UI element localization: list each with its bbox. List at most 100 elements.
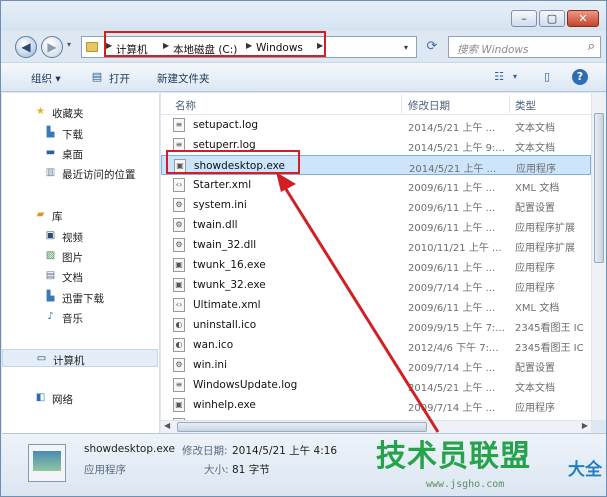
scrollbar-thumb[interactable] [594, 113, 604, 263]
search-placeholder: 搜索 Windows [457, 44, 529, 56]
nav-recent[interactable]: ▥ 最近访问的位置 [2, 164, 158, 182]
file-type: 配置设置 [515, 203, 555, 214]
file-row[interactable]: ▣ twunk_16.exe 2009/6/11 上午 ... 应用程序 [161, 255, 591, 275]
file-row[interactable]: ▣ winhelp.exe 2009/7/14 上午 ... 应用程序 [161, 395, 591, 415]
file-type: 应用程序 [516, 164, 556, 175]
nav-label: 迅雷下载 [62, 293, 104, 305]
nav-label: 库 [52, 211, 63, 223]
file-row[interactable]: ⚙ win.ini 2009/7/14 上午 ... 配置设置 [161, 355, 591, 375]
download-icon: ▙ [46, 291, 55, 302]
maximize-button[interactable]: ▢ [539, 10, 565, 27]
column-header-type[interactable]: 类型 [515, 98, 536, 113]
file-type: 文本文档 [515, 123, 555, 134]
help-icon[interactable]: ? [572, 69, 588, 85]
file-row[interactable]: ≡ WindowsUpdate.log 2014/5/21 上午 ... 文本文档 [161, 375, 591, 395]
details-filename: showdesktop.exe [84, 443, 175, 455]
nav-music[interactable]: ♪ 音乐 [2, 308, 158, 326]
column-header-modified[interactable]: 修改日期 [408, 98, 450, 113]
close-button[interactable]: ✕ [567, 10, 599, 27]
file-date: 2009/6/11 上午 ... [408, 263, 496, 274]
file-type: 应用程序 [515, 283, 555, 294]
column-divider[interactable] [509, 95, 510, 113]
column-header-name[interactable]: 名称 [175, 98, 196, 113]
picture-icon: ▨ [45, 250, 56, 261]
minimize-button[interactable]: – [511, 10, 537, 27]
file-row[interactable]: ⚙ twain_32.dll 2010/11/21 上午 ... 应用程序扩展 [161, 235, 591, 255]
dll-icon: ⚙ [173, 218, 185, 232]
file-date: 2009/6/11 上午 ... [408, 303, 496, 314]
search-input[interactable]: 搜索 Windows ⌕ [448, 36, 601, 58]
file-row[interactable]: ⚙ twain.dll 2009/6/11 上午 ... 应用程序扩展 [161, 215, 591, 235]
nav-favorites[interactable]: ★ 收藏夹 [2, 103, 158, 121]
nav-label: 最近访问的位置 [62, 169, 136, 181]
open-button[interactable]: 打开 [109, 71, 130, 86]
watermark-sub: 大全 [568, 460, 602, 480]
file-type: XML 文档 [515, 303, 560, 314]
details-size-value: 81 字节 [232, 464, 270, 476]
ico-icon: ◐ [173, 318, 185, 332]
file-row[interactable]: ‹› Ultimate.xml 2009/6/11 上午 ... XML 文档 [161, 295, 591, 315]
nav-xunlei-downloads[interactable]: ▙ 迅雷下载 [2, 288, 158, 306]
star-icon: ★ [36, 106, 45, 117]
file-name: system.ini [193, 199, 247, 211]
file-type: 文本文档 [515, 383, 555, 394]
file-date: 2014/5/21 上午 ... [408, 123, 496, 134]
ini-icon: ⚙ [173, 358, 185, 372]
file-name: win.ini [193, 359, 227, 371]
nav-pictures[interactable]: ▨ 图片 [2, 247, 158, 265]
search-icon[interactable]: ⌕ [588, 39, 595, 54]
navigation-pane: ★ 收藏夹 ▙ 下载 ▬ 桌面 ▥ 最近访问的位置 ▰ 库 ▣ 视频 ▨ 图片 … [2, 93, 160, 433]
file-date: 2009/6/11 上午 ... [408, 203, 496, 214]
nav-network[interactable]: ◧ 网络 [2, 389, 158, 407]
details-modified-label: 修改日期: [182, 445, 228, 457]
forward-button[interactable]: ▶ [41, 36, 63, 58]
scroll-right-icon[interactable]: ▶ [582, 421, 588, 430]
file-row[interactable]: ▣ twunk_32.exe 2009/7/14 上午 ... 应用程序 [161, 275, 591, 295]
file-list: 名称 ⌃ 修改日期 类型 ≡ setupact.log 2014/5/21 上午 .… [161, 93, 591, 420]
file-name: setupact.log [193, 119, 259, 131]
details-modified-value: 2014/5/21 上午 4:16 [232, 445, 338, 457]
nav-label: 计算机 [53, 355, 85, 367]
folder-icon [86, 42, 98, 52]
file-date: 2014/5/21 上午 ... [408, 383, 496, 394]
view-options-icon[interactable]: ☷ [491, 69, 507, 85]
view-dropdown-icon[interactable]: ▾ [507, 69, 523, 85]
computer-icon: ▭ [36, 353, 47, 364]
file-row[interactable]: ≡ setupact.log 2014/5/21 上午 ... 文本文档 [161, 115, 591, 135]
details-type: 应用程序 [84, 464, 126, 476]
exe-icon: ▣ [173, 258, 185, 272]
file-row[interactable]: ◐ wan.ico 2012/4/6 下午 7:... 2345看图王 IC [161, 335, 591, 355]
nav-libraries[interactable]: ▰ 库 [2, 206, 158, 224]
file-date: 2009/7/14 上午 ... [408, 403, 496, 414]
file-name: uninstall.ico [193, 319, 257, 331]
new-folder-button[interactable]: 新建文件夹 [157, 71, 210, 86]
nav-videos[interactable]: ▣ 视频 [2, 227, 158, 245]
title-bar: – ▢ ✕ [1, 1, 606, 31]
address-dropdown-icon[interactable]: ▾ [404, 43, 408, 52]
column-divider[interactable] [401, 95, 402, 113]
nav-label: 网络 [52, 394, 73, 406]
video-icon: ▣ [45, 230, 56, 241]
file-row[interactable]: ⚙ system.ini 2009/6/11 上午 ... 配置设置 [161, 195, 591, 215]
back-button[interactable]: ◀ [15, 36, 37, 58]
nav-label: 收藏夹 [52, 108, 84, 120]
explorer-window: – ▢ ✕ ◀ ▶ ▾ ▶ 计算机 ▶ 本地磁盘 (C:) ▶ Windows … [0, 0, 607, 497]
file-date: 2009/7/14 上午 ... [408, 363, 496, 374]
file-name: Starter.xml [193, 179, 252, 191]
recent-pages-chevron-icon[interactable]: ▾ [67, 40, 71, 49]
file-row[interactable]: ‹› Starter.xml 2009/6/11 上午 ... XML 文档 [161, 175, 591, 195]
file-row[interactable]: ◐ uninstall.ico 2009/9/15 上午 7:... 2345看图王 … [161, 315, 591, 335]
refresh-icon[interactable]: ⟳ [421, 36, 443, 58]
vertical-scrollbar[interactable] [591, 93, 606, 420]
file-type: XML 文档 [515, 183, 560, 194]
ini-icon: ⚙ [173, 198, 185, 212]
preview-pane-icon[interactable]: ▯ [539, 69, 555, 85]
nav-documents[interactable]: ▤ 文档 [2, 267, 158, 285]
scroll-left-icon[interactable]: ◀ [164, 421, 170, 430]
organize-button[interactable]: 组织 ▾ [31, 71, 61, 86]
file-date: 2014/5/21 上午 9:... [408, 143, 505, 154]
nav-computer[interactable]: ▭ 计算机 [2, 349, 158, 367]
nav-desktop[interactable]: ▬ 桌面 [2, 144, 158, 162]
nav-downloads[interactable]: ▙ 下载 [2, 124, 158, 142]
nav-label: 文档 [62, 272, 83, 284]
